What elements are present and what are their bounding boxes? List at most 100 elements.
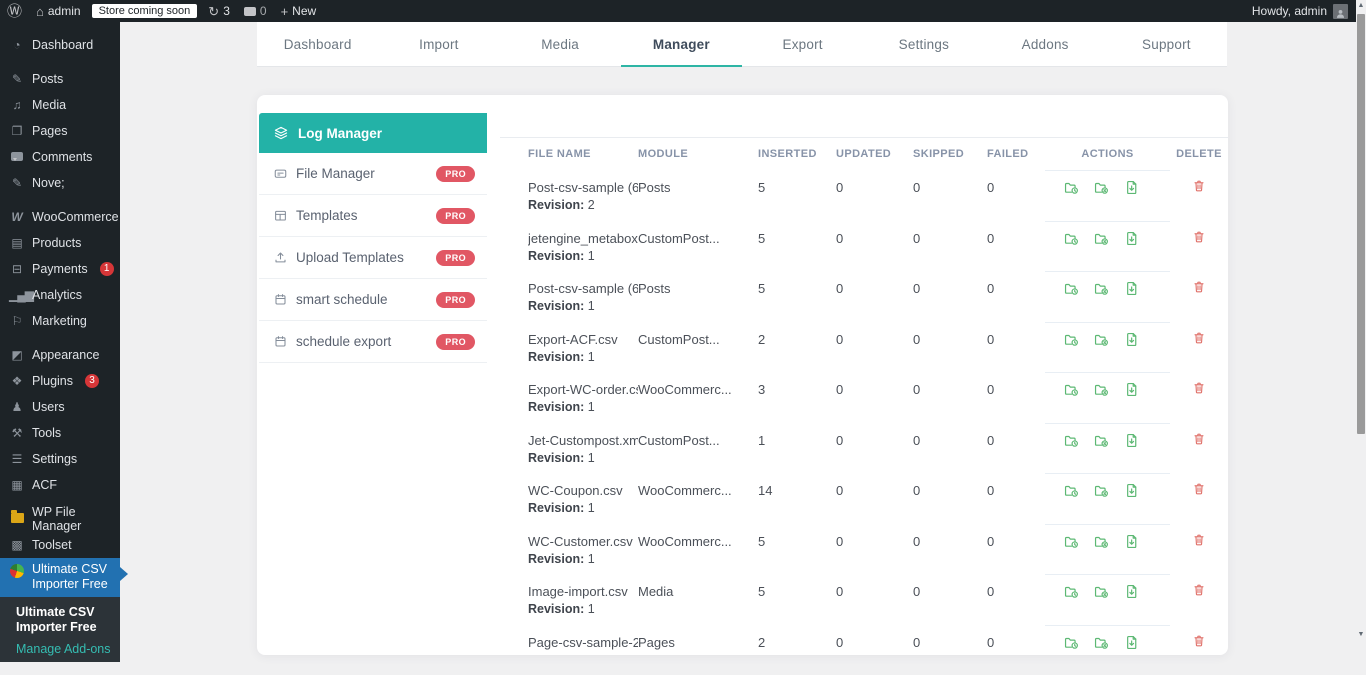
module-cell: CustomPost... [638, 423, 758, 474]
view-log-icon[interactable] [1063, 533, 1080, 550]
panel-item-upload-templates[interactable]: Upload Templates PRO [259, 237, 487, 279]
site-name-link[interactable]: ⌂ admin [29, 0, 88, 22]
download-log-icon[interactable] [1123, 381, 1140, 398]
sidebar-item-toolset[interactable]: ▩Toolset [0, 532, 120, 558]
sidebar-item-nove[interactable]: ✎Nove; [0, 170, 120, 196]
download-log-icon[interactable] [1123, 179, 1140, 196]
delete-trash-icon[interactable] [1191, 532, 1207, 548]
delete-trash-icon[interactable] [1191, 229, 1207, 245]
delete-trash-icon[interactable] [1191, 380, 1207, 396]
view-log-icon[interactable] [1063, 583, 1080, 600]
download-log-icon[interactable] [1123, 533, 1140, 550]
sidebar-item-settings[interactable]: ☰Settings [0, 446, 120, 472]
panel-item-schedule-export[interactable]: schedule export PRO [259, 321, 487, 363]
download-log-icon[interactable] [1123, 583, 1140, 600]
sidebar-item-plugins[interactable]: ❖Plugins3 [0, 368, 120, 394]
sidebar-item-products[interactable]: ▤Products [0, 230, 120, 256]
csv-importer-logo [9, 564, 25, 580]
error-log-icon[interactable] [1093, 381, 1110, 398]
avatar [1333, 4, 1348, 19]
sidebar-item-appearance[interactable]: ◩Appearance [0, 342, 120, 368]
sidebar-item-ultimate-csv-importer[interactable]: Ultimate CSV Importer Free [0, 558, 120, 597]
sidebar-item-marketing[interactable]: ⚐Marketing [0, 308, 120, 334]
sidebar-item-wp-file-manager[interactable]: WP File Manager [0, 506, 120, 532]
sidebar-item-dashboard[interactable]: ◔Dashboard [0, 32, 120, 58]
tab-settings[interactable]: Settings [863, 22, 984, 66]
download-log-icon[interactable] [1123, 280, 1140, 297]
tab-export[interactable]: Export [742, 22, 863, 66]
error-log-icon[interactable] [1093, 482, 1110, 499]
view-log-icon[interactable] [1063, 432, 1080, 449]
panel-item-log-manager[interactable]: Log Manager [259, 113, 487, 153]
delete-cell [1170, 574, 1228, 625]
tab-media[interactable]: Media [500, 22, 621, 66]
col-file-name: FILE NAME [500, 148, 638, 160]
error-log-icon[interactable] [1093, 432, 1110, 449]
store-coming-soon-badge[interactable]: Store coming soon [92, 4, 198, 18]
submenu-item-current[interactable]: Ultimate CSV Importer Free [16, 605, 112, 635]
wp-logo-menu[interactable]: Ⓦ [0, 0, 29, 22]
updates-link[interactable]: ↻ 3 [201, 0, 237, 22]
error-log-icon[interactable] [1093, 634, 1110, 651]
sidebar-item-posts[interactable]: ✎Posts [0, 66, 120, 92]
view-log-icon[interactable] [1063, 280, 1080, 297]
error-log-icon[interactable] [1093, 533, 1110, 550]
delete-trash-icon[interactable] [1191, 330, 1207, 346]
download-log-icon[interactable] [1123, 230, 1140, 247]
panel-item-smart-schedule[interactable]: smart schedule PRO [259, 279, 487, 321]
page-scrollbar[interactable]: ▲ ▼ [1356, 0, 1366, 641]
error-log-icon[interactable] [1093, 331, 1110, 348]
view-log-icon[interactable] [1063, 179, 1080, 196]
view-log-icon[interactable] [1063, 230, 1080, 247]
download-log-icon[interactable] [1123, 482, 1140, 499]
download-log-icon[interactable] [1123, 432, 1140, 449]
revision-value: 1 [588, 350, 595, 364]
wordpress-logo-icon: Ⓦ [7, 4, 22, 19]
tab-support[interactable]: Support [1106, 22, 1227, 66]
sidebar-item-woocommerce[interactable]: WWooCommerce [0, 204, 120, 230]
error-log-icon[interactable] [1093, 583, 1110, 600]
comments-link[interactable]: 0 [237, 0, 274, 22]
delete-trash-icon[interactable] [1191, 178, 1207, 194]
tab-manager[interactable]: Manager [621, 22, 742, 66]
delete-trash-icon[interactable] [1191, 481, 1207, 497]
view-log-icon[interactable] [1063, 381, 1080, 398]
scrollbar-thumb[interactable] [1357, 14, 1365, 434]
revision-label: Revision: [528, 299, 584, 313]
new-content-menu[interactable]: + New [274, 0, 324, 22]
view-log-icon[interactable] [1063, 331, 1080, 348]
delete-trash-icon[interactable] [1191, 431, 1207, 447]
acf-icon: ▦ [9, 479, 25, 491]
scroll-up-arrow[interactable]: ▲ [1356, 0, 1366, 12]
sidebar-item-analytics[interactable]: ▁▄▆Analytics [0, 282, 120, 308]
sidebar-item-acf[interactable]: ▦ACF [0, 472, 120, 498]
tab-import[interactable]: Import [378, 22, 499, 66]
panel-item-file-manager[interactable]: File Manager PRO [259, 153, 487, 195]
view-log-icon[interactable] [1063, 634, 1080, 651]
appearance-icon: ◩ [9, 349, 25, 361]
sidebar-item-payments[interactable]: ⊟Payments1 [0, 256, 120, 282]
download-log-icon[interactable] [1123, 331, 1140, 348]
module-cell: Posts [638, 170, 758, 221]
panel-item-templates[interactable]: Templates PRO [259, 195, 487, 237]
sidebar-item-comments[interactable]: Comments [0, 144, 120, 170]
tab-dashboard[interactable]: Dashboard [257, 22, 378, 66]
account-menu[interactable]: Howdy, admin [1252, 4, 1356, 19]
sidebar-item-pages[interactable]: ❐Pages [0, 118, 120, 144]
view-log-icon[interactable] [1063, 482, 1080, 499]
submenu-item-manage-addons[interactable]: Manage Add-ons [16, 642, 112, 656]
sidebar-item-media[interactable]: ♫Media [0, 92, 120, 118]
active-menu-arrow [120, 567, 135, 581]
error-log-icon[interactable] [1093, 280, 1110, 297]
tab-addons[interactable]: Addons [985, 22, 1106, 66]
delete-trash-icon[interactable] [1191, 582, 1207, 598]
sidebar-item-tools[interactable]: ⚒Tools [0, 420, 120, 446]
file-name: Page-csv-sample-2... [528, 635, 638, 651]
sidebar-item-users[interactable]: ♟Users [0, 394, 120, 420]
error-log-icon[interactable] [1093, 230, 1110, 247]
error-log-icon[interactable] [1093, 179, 1110, 196]
download-log-icon[interactable] [1123, 634, 1140, 651]
delete-trash-icon[interactable] [1191, 279, 1207, 295]
table-toolbar [500, 95, 1228, 138]
scroll-down-arrow[interactable]: ▼ [1356, 629, 1366, 641]
